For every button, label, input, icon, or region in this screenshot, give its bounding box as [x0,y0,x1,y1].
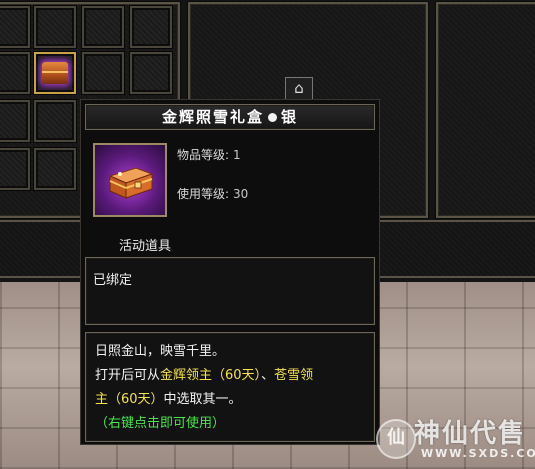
reward-option-1: 金辉领主（60天） [160,368,262,383]
use-level-row: 使用等级: 30 [177,185,248,202]
inventory-slot[interactable] [0,147,31,191]
desc-text: 、 [261,368,275,383]
item-info: 物品等级: 1 使用等级: 30 [85,132,375,226]
desc-text: 中选取其一。 [163,392,242,407]
watermark-url: WWW.SXDS.COM [421,447,535,460]
item-tooltip: 金辉照雪礼盒银 物品等级: 1 使用等级: 30 活动道具 已绑定 日照金山，映雪千… [80,99,380,445]
item-level-row: 物品等级: 1 [177,146,241,163]
item-description: 日照金山，映雪千里。 打开后可从金辉领主（60天）、苍雪领 主（60天）中选取其… [85,332,375,442]
use-level-value: 30 [233,187,249,201]
inventory-slot[interactable] [33,5,77,49]
gift-chest-icon [42,62,68,84]
bind-status: 已绑定 [85,257,375,325]
desc-line-2: 打开后可从金辉领主（60天）、苍雪领 [95,364,374,388]
desc-line-1: 日照金山，映雪千里。 [95,344,226,359]
inventory-slot[interactable] [81,51,125,95]
inventory-slot[interactable] [129,51,173,95]
item-quality: 银 [281,108,299,126]
inventory-slot[interactable] [33,99,77,143]
inventory-slot[interactable] [81,5,125,49]
reward-option-2: 苍雪领 [274,368,314,383]
item-name: 金辉照雪礼盒 [161,108,264,126]
gift-chest-icon [93,143,167,217]
chest-graphic [108,167,154,199]
usage-hint: （右键点击即可使用） [95,416,226,431]
inventory-slot[interactable] [0,99,31,143]
watermark-text: 神仙代售 [414,419,527,449]
reward-option-2-cont: 主（60天） [95,392,164,407]
item-title: 金辉照雪礼盒银 [85,104,375,130]
item-level-label: 物品等级: [177,148,230,162]
inventory-slot[interactable] [0,5,31,49]
item-category: 活动道具 [119,239,172,254]
inventory-slot[interactable] [33,147,77,191]
desc-text: 打开后可从 [95,368,161,383]
inventory-slot[interactable] [0,51,31,95]
inventory-slot-selected[interactable] [33,51,77,95]
inventory-slot[interactable] [129,5,173,49]
lock-icon[interactable]: ⌂ [285,77,313,101]
desc-line-3: 主（60天）中选取其一。 [95,388,374,412]
side-panel [435,1,535,219]
silver-dot-icon [268,112,277,122]
watermark-seal-icon: 仙 [376,419,416,459]
use-level-label: 使用等级: [177,187,230,201]
item-level-value: 1 [233,148,241,162]
